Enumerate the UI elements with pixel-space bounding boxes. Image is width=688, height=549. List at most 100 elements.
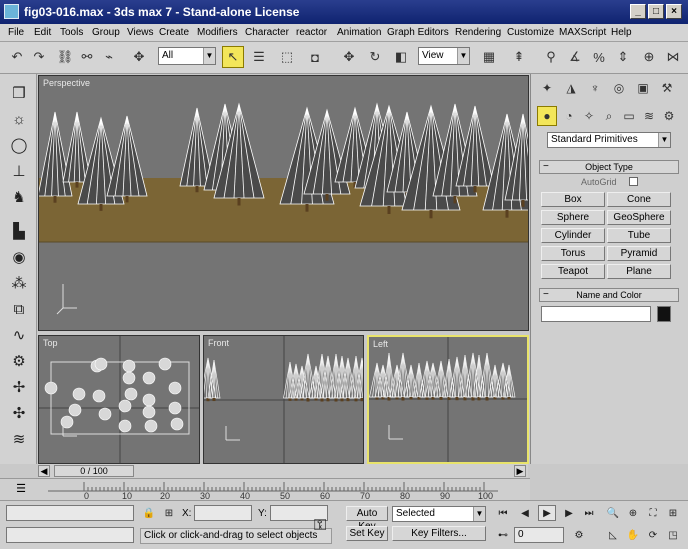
category-dropdown[interactable]: Standard Primitives ▼ bbox=[547, 132, 671, 148]
shapes-icon[interactable]: ◔ bbox=[559, 106, 579, 126]
particles-tab-icon[interactable]: ⁂ bbox=[8, 272, 30, 294]
menu-edit[interactable]: Edit bbox=[34, 27, 51, 38]
next-frame-icon[interactable]: ▶ bbox=[560, 505, 578, 521]
box-button[interactable]: Box bbox=[541, 192, 605, 207]
play-icon[interactable]: ▶ bbox=[538, 505, 556, 521]
menu-graph-editors[interactable]: Graph Editors bbox=[387, 27, 449, 38]
menu-file[interactable]: File bbox=[8, 27, 24, 38]
modifiers-tab-icon[interactable]: ✢ bbox=[8, 376, 30, 398]
named-selection-icon[interactable]: ⊕ bbox=[638, 46, 660, 68]
menu-customize[interactable]: Customize bbox=[507, 27, 554, 38]
prev-frame-icon[interactable]: ◀ bbox=[38, 465, 50, 477]
arc-rotate-icon[interactable]: ⟳ bbox=[644, 527, 662, 543]
pivot-center-icon[interactable]: ▦ bbox=[478, 46, 500, 68]
select-filter-icon[interactable]: ✥ bbox=[128, 46, 150, 68]
zoom-extents-icon[interactable]: ⛶ bbox=[644, 505, 662, 521]
rotate-icon[interactable]: ↻ bbox=[364, 46, 386, 68]
track-bar[interactable]: ☰ 0 10 20 30 40 50 60 70 80 90 100 bbox=[0, 478, 530, 501]
menu-modifiers[interactable]: Modifiers bbox=[197, 27, 238, 38]
menu-help[interactable]: Help bbox=[611, 27, 632, 38]
tube-button[interactable]: Tube bbox=[607, 228, 671, 243]
cylinder-button[interactable]: Cylinder bbox=[541, 228, 605, 243]
left-viewport[interactable]: Left bbox=[367, 335, 529, 464]
object-name-field[interactable] bbox=[541, 306, 651, 322]
viewport-label-front[interactable]: Front bbox=[208, 338, 229, 348]
x-coord-field[interactable] bbox=[194, 505, 252, 521]
select-object-icon[interactable]: ↖ bbox=[222, 46, 244, 68]
display-tab-icon[interactable]: ▣ bbox=[633, 78, 653, 98]
window-crossing-icon[interactable]: ◘ bbox=[304, 46, 326, 68]
select-by-name-icon[interactable]: ☰ bbox=[248, 46, 270, 68]
spinner-snap-icon[interactable]: ⇕ bbox=[612, 46, 634, 68]
minimize-button[interactable]: _ bbox=[630, 4, 646, 19]
move-icon[interactable]: ✥ bbox=[338, 46, 360, 68]
geosphere-button[interactable]: GeoSphere bbox=[607, 210, 671, 225]
key-mode-toggle-icon[interactable]: ⊷ bbox=[494, 527, 512, 543]
perspective-viewport[interactable]: Perspective bbox=[38, 75, 529, 331]
time-slider-thumb[interactable]: 0 / 100 bbox=[54, 465, 134, 477]
mini-curve-editor-icon[interactable]: ☰ bbox=[10, 482, 32, 496]
percent-snap-icon[interactable]: % bbox=[588, 46, 610, 68]
name-and-color-rollout[interactable]: − Name and Color bbox=[539, 288, 679, 302]
top-viewport[interactable]: Top bbox=[38, 335, 200, 464]
unlink-icon[interactable]: ⚯ bbox=[76, 46, 98, 68]
viewport-label-left[interactable]: Left bbox=[373, 339, 388, 349]
key-mode-dropdown[interactable]: Selected ▼ bbox=[392, 506, 486, 522]
compounds-tab-icon[interactable]: ◉ bbox=[8, 246, 30, 268]
link-icon[interactable]: ⛓ bbox=[54, 46, 76, 68]
zoom-icon[interactable]: 🔍 bbox=[604, 505, 622, 521]
maxscript-listener-field[interactable] bbox=[6, 505, 134, 521]
zoom-all-icon[interactable]: ⊕ bbox=[624, 505, 642, 521]
viewport-label-top[interactable]: Top bbox=[43, 338, 58, 348]
time-slider[interactable]: ◀ 0 / 100 ▶ bbox=[38, 464, 528, 478]
torus-button[interactable]: Torus bbox=[541, 246, 605, 261]
auto-key-button[interactable]: Auto Key bbox=[346, 506, 388, 532]
nurbs-tab-icon[interactable]: ∿ bbox=[8, 324, 30, 346]
menu-maxscript[interactable]: MAXScript bbox=[559, 27, 606, 38]
menu-tools[interactable]: Tools bbox=[60, 27, 83, 38]
lights-tab-icon[interactable]: ☼ bbox=[8, 108, 30, 130]
mirror-icon[interactable]: ⋈ bbox=[662, 46, 684, 68]
menu-views[interactable]: Views bbox=[127, 27, 154, 38]
sphere-button[interactable]: Sphere bbox=[541, 210, 605, 225]
field-of-view-icon[interactable]: ◺ bbox=[604, 527, 622, 543]
selection-filter-dropdown[interactable]: All ▼ bbox=[158, 47, 216, 65]
menu-group[interactable]: Group bbox=[92, 27, 120, 38]
bind-spacewarp-icon[interactable]: ⌁ bbox=[98, 46, 120, 68]
motion-tab-icon[interactable]: ◎ bbox=[609, 78, 629, 98]
shapes-tab-icon[interactable]: ▙ bbox=[8, 220, 30, 242]
cameras-tab-icon[interactable]: ◯ bbox=[8, 134, 30, 156]
patch-grids-tab-icon[interactable]: ⧉ bbox=[8, 298, 30, 320]
maximize-viewport-icon[interactable]: ◳ bbox=[664, 527, 682, 543]
space-warps-icon[interactable]: ≋ bbox=[639, 106, 659, 126]
redo-icon[interactable]: ↷ bbox=[28, 46, 50, 68]
geometry-icon[interactable]: ● bbox=[537, 106, 557, 126]
mod-icon[interactable]: ✣ bbox=[8, 402, 30, 424]
undo-icon[interactable]: ↶ bbox=[6, 46, 28, 68]
lock-selection-icon[interactable]: 🔒 bbox=[140, 505, 158, 521]
menu-rendering[interactable]: Rendering bbox=[455, 27, 501, 38]
go-to-start-icon[interactable]: ⏮ bbox=[494, 505, 512, 521]
select-manipulate-icon[interactable]: ⇞ bbox=[508, 46, 530, 68]
key-filters-button[interactable]: Key Filters... bbox=[392, 526, 486, 541]
current-frame-field[interactable]: 0 bbox=[514, 527, 564, 543]
lights-icon[interactable]: ✧ bbox=[579, 106, 599, 126]
dynamics-tab-icon[interactable]: ⚙ bbox=[8, 350, 30, 372]
snap-3d-icon[interactable]: ⚲ bbox=[540, 46, 562, 68]
object-type-rollout[interactable]: − Object Type bbox=[539, 160, 679, 174]
next-frame-icon[interactable]: ▶ bbox=[514, 465, 526, 477]
menu-reactor[interactable]: reactor bbox=[296, 27, 327, 38]
reactor-tab-icon[interactable]: ≋ bbox=[8, 428, 30, 450]
modify-tab-icon[interactable]: ◮ bbox=[561, 78, 581, 98]
plane-button[interactable]: Plane bbox=[607, 264, 671, 279]
previous-frame-icon[interactable]: ◀ bbox=[516, 505, 534, 521]
scale-icon[interactable]: ◧ bbox=[390, 46, 412, 68]
character-tab-icon[interactable]: ♞ bbox=[8, 186, 30, 208]
rectangular-selection-icon[interactable]: ⬚ bbox=[276, 46, 298, 68]
key-icon[interactable]: ⚿ bbox=[314, 517, 326, 535]
close-button[interactable]: × bbox=[666, 4, 682, 19]
time-configuration-icon[interactable]: ⚙ bbox=[570, 527, 588, 543]
set-key-button[interactable]: Set Key bbox=[346, 526, 388, 541]
maximize-button[interactable]: □ bbox=[648, 4, 664, 19]
object-color-swatch[interactable] bbox=[657, 306, 671, 322]
